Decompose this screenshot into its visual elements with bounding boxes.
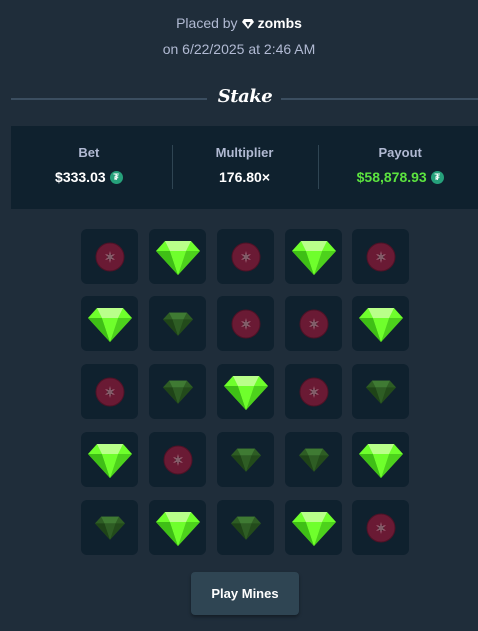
mines-tile <box>352 364 409 419</box>
mines-tile <box>352 296 409 351</box>
mines-tile <box>81 432 138 487</box>
mines-tile <box>285 364 342 419</box>
mines-tile <box>352 500 409 555</box>
gem-dim-icon <box>365 379 396 404</box>
mine-icon <box>230 241 262 273</box>
gem-icon <box>291 239 336 275</box>
mine-icon <box>230 308 262 340</box>
mines-tile <box>149 364 206 419</box>
gem-icon <box>223 374 268 410</box>
bet-value-row: $333.03 ₮ <box>11 169 167 185</box>
mines-tile <box>285 296 342 351</box>
mines-tile <box>149 296 206 351</box>
multiplier-value: 176.80× <box>219 169 270 185</box>
mine-icon <box>365 512 397 544</box>
play-mines-button[interactable]: Play Mines <box>191 572 299 615</box>
gem-icon <box>87 442 132 478</box>
gem-icon <box>291 510 336 546</box>
tether-icon: ₮ <box>109 170 123 184</box>
gem-dim-icon <box>230 515 261 540</box>
mines-tile <box>149 500 206 555</box>
gem-dim-icon <box>230 447 261 472</box>
stat-separator <box>172 145 173 189</box>
stat-separator <box>318 145 319 189</box>
gem-dim-icon <box>298 447 329 472</box>
payout-value: $58,878.93 <box>356 169 427 185</box>
mines-tile <box>81 364 138 419</box>
stats-panel: Bet $333.03 ₮ Multiplier 176.80× Payout … <box>11 126 478 209</box>
gem-icon <box>358 442 403 478</box>
bet-date: on 6/22/2025 at 2:46 AM <box>162 41 316 57</box>
username[interactable]: zombs <box>258 15 302 31</box>
mine-icon <box>365 241 397 273</box>
mines-tile <box>285 500 342 555</box>
mine-icon <box>94 241 126 273</box>
divider-line-left <box>11 98 207 100</box>
mines-tile <box>81 500 138 555</box>
mines-tile <box>217 296 274 351</box>
mines-tile <box>149 229 206 284</box>
placed-by-prefix: Placed by <box>176 15 238 31</box>
mines-tile <box>285 432 342 487</box>
mines-tile <box>285 229 342 284</box>
mine-icon <box>298 376 330 408</box>
tether-icon: ₮ <box>430 170 444 184</box>
multiplier-stat: Multiplier 176.80× <box>167 126 323 209</box>
gem-icon <box>155 510 200 546</box>
mines-tile <box>217 229 274 284</box>
gem-dim-icon <box>162 311 193 336</box>
brand-divider: Stake <box>11 86 478 112</box>
placed-by-line: Placed by zombs <box>0 15 478 31</box>
gem-icon <box>155 239 200 275</box>
mines-tile <box>352 432 409 487</box>
mines-tile <box>81 229 138 284</box>
mines-tile <box>217 432 274 487</box>
mines-tile <box>217 500 274 555</box>
bet-value: $333.03 <box>55 169 106 185</box>
bet-label: Bet <box>78 145 100 160</box>
mines-tile <box>217 364 274 419</box>
mines-tile <box>81 296 138 351</box>
gem-dim-icon <box>162 379 193 404</box>
mine-icon <box>162 444 194 476</box>
payout-stat: Payout $58,878.93 ₮ <box>322 126 478 209</box>
gem-icon <box>358 306 403 342</box>
mines-tile <box>149 432 206 487</box>
mines-tile <box>352 229 409 284</box>
payout-label: Payout <box>378 145 422 160</box>
stake-logo: Stake <box>217 86 273 107</box>
mine-icon <box>94 376 126 408</box>
gem-dim-icon <box>94 515 125 540</box>
divider-line-right <box>281 98 478 100</box>
payout-value-row: $58,878.93 ₮ <box>322 169 478 185</box>
multiplier-label: Multiplier <box>215 145 274 160</box>
vip-diamond-icon <box>241 17 254 29</box>
bet-stat: Bet $333.03 ₮ <box>11 126 167 209</box>
mine-icon <box>298 308 330 340</box>
gem-icon <box>87 306 132 342</box>
